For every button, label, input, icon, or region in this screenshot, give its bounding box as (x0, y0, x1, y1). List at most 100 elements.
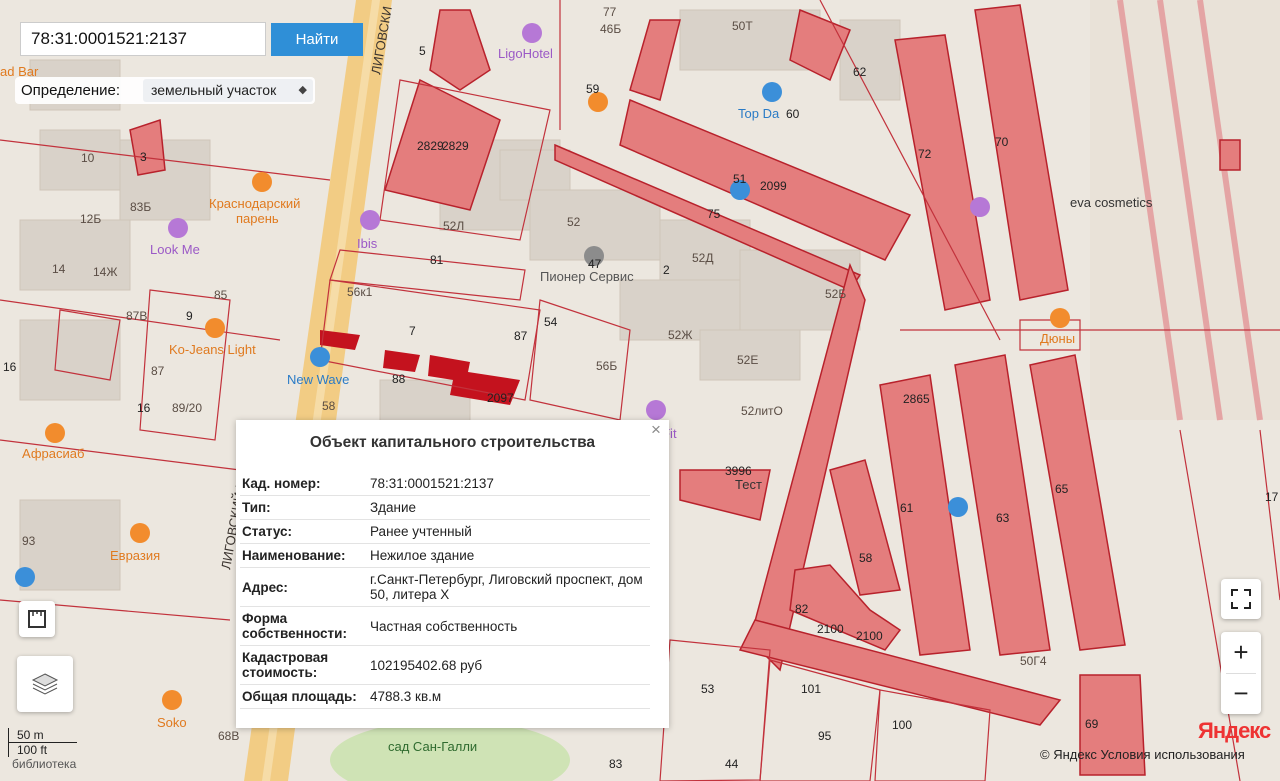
table-row: Наименование: Нежилое здание (240, 543, 650, 568)
attribution-text[interactable]: © Яндекс Условия использования (1040, 747, 1245, 762)
poi-label[interactable]: Ko-Jeans Light (169, 342, 256, 357)
object-info-popup: Объект капитального строительства × Кад.… (236, 420, 669, 728)
table-row: Тип: Здание (240, 495, 650, 520)
table-row: Адрес: г.Санкт-Петербург, Лиговский просп… (240, 567, 650, 607)
cadastral-number: 3 (140, 150, 147, 164)
building-number: 87 (151, 364, 165, 378)
poi-label[interactable]: Пионер Сервис (540, 269, 634, 284)
definition-value: земельный участок (151, 82, 277, 98)
cadastral-number: 51 (733, 172, 747, 186)
row-key: Тип: (240, 495, 368, 520)
building-number: 52Ж (668, 328, 692, 342)
cadastral-number: 7 (409, 324, 416, 338)
building-number: 12Б (80, 212, 101, 226)
zoom-in-button[interactable]: + (1221, 633, 1261, 673)
cadastral-number: 82 (795, 602, 809, 616)
poi-label[interactable]: Краснодарский (209, 196, 300, 211)
building-number: 52Л (443, 219, 464, 233)
cadastral-number: 81 (430, 253, 444, 267)
row-key: Кадастровая стоимость: (240, 645, 368, 685)
scale-bar: 50 m 100 ft (8, 728, 77, 757)
building-number: 50Г4 (1020, 654, 1047, 668)
scale-metric: 50 m (8, 728, 77, 743)
cadastral-number: 95 (818, 729, 832, 743)
building-number: 93 (22, 534, 36, 548)
ruler-icon (28, 610, 46, 628)
row-value: г.Санкт-Петербург, Лиговский проспект, д… (368, 567, 650, 607)
poi-label[interactable]: Дюны (1040, 331, 1075, 346)
row-key: Статус: (240, 519, 368, 544)
cadastral-number: 87 (514, 329, 528, 343)
cadastral-number: 2 (663, 263, 670, 277)
building-number: 14Ж (93, 265, 117, 279)
table-row: Общая площадь: 4788.3 кв.м (240, 684, 650, 709)
object-info-table: Кад. номер: 78:31:0001521:2137 Тип: Здание… (240, 472, 650, 709)
cadastral-number: 72 (918, 147, 932, 161)
building-number: 46Б (600, 22, 621, 36)
search-button[interactable]: Найти (271, 23, 363, 56)
cadastral-number: 5 (419, 44, 426, 58)
building-number: 83Б (130, 200, 151, 214)
search-input[interactable]: 78:31:0001521:2137 (20, 22, 266, 56)
building-number: 10 (81, 151, 95, 165)
building-number: 89/20 (172, 401, 202, 415)
row-key: Наименование: (240, 543, 368, 568)
layers-button[interactable] (17, 656, 73, 712)
poi-label[interactable]: Ibis (357, 236, 378, 251)
cadastral-number: 88 (392, 372, 406, 386)
cadastral-number: 54 (544, 315, 558, 329)
building-number: 56Б (596, 359, 617, 373)
cadastral-number: 63 (996, 511, 1010, 525)
fullscreen-button[interactable] (1221, 579, 1261, 619)
poi-label[interactable]: eva cosmetics (1070, 195, 1153, 210)
cadastral-number: 3996 (725, 464, 752, 478)
cadastral-number: 2097 (487, 391, 514, 405)
poi-label[interactable]: Look Me (150, 242, 200, 257)
popup-title: Объект капитального строительства (309, 434, 596, 451)
building-number: 52Е (737, 353, 758, 367)
cadastral-number: 2099 (760, 179, 787, 193)
row-key: Форма собственности: (240, 606, 368, 646)
cadastral-number: 61 (900, 501, 914, 515)
cadastral-number: 2829 (442, 139, 469, 153)
poi-label[interactable]: Soko (157, 715, 187, 730)
ruler-button[interactable] (19, 601, 55, 637)
poi-label[interactable]: Тест (735, 477, 762, 492)
cadastral-number: 59 (586, 82, 600, 96)
row-key: Общая площадь: (240, 684, 368, 709)
row-key: Кад. номер: (240, 472, 368, 496)
poi-label: библиотека (12, 757, 77, 771)
cadastral-number: 9 (186, 309, 193, 323)
poi-label[interactable]: парень (236, 211, 279, 226)
zoom-out-button[interactable]: − (1221, 674, 1261, 714)
fullscreen-icon (1231, 589, 1251, 609)
cadastral-number: 2100 (856, 629, 883, 643)
definition-select[interactable]: земельный участок ◆ (143, 79, 313, 102)
table-row: Статус: Ранее учтенный (240, 519, 650, 544)
close-icon[interactable]: × (651, 420, 661, 440)
definition-label: Определение: (21, 82, 121, 99)
row-value: 4788.3 кв.м (368, 684, 650, 709)
cadastral-number: 2829 (417, 139, 444, 153)
row-value: Частная собственность (368, 606, 650, 646)
layers-icon (31, 673, 59, 695)
cadastral-number: 2100 (817, 622, 844, 636)
building-number: 52литО (741, 404, 783, 418)
poi-label[interactable]: New Wave (287, 372, 349, 387)
row-value: Нежилое здание (368, 543, 650, 568)
row-value: 78:31:0001521:2137 (368, 472, 650, 496)
table-row: Кад. номер: 78:31:0001521:2137 (240, 472, 650, 496)
building-number: 68В (218, 729, 239, 743)
poi-label[interactable]: LigoHotel (498, 46, 553, 61)
definition-selector: Определение: земельный участок ◆ (15, 77, 315, 104)
building-number: 50Т (732, 19, 753, 33)
row-value: Здание (368, 495, 650, 520)
poi-label[interactable]: сад Сан-Галли (388, 739, 477, 754)
cadastral-number: 16 (137, 401, 151, 415)
building-number: 77 (603, 5, 617, 19)
cadastral-number: 62 (853, 65, 867, 79)
poi-label[interactable]: Евразия (110, 548, 160, 563)
cadastral-number: 101 (801, 682, 821, 696)
poi-label[interactable]: Афрасиаб (22, 446, 84, 461)
poi-label[interactable]: Top Da (738, 106, 780, 121)
